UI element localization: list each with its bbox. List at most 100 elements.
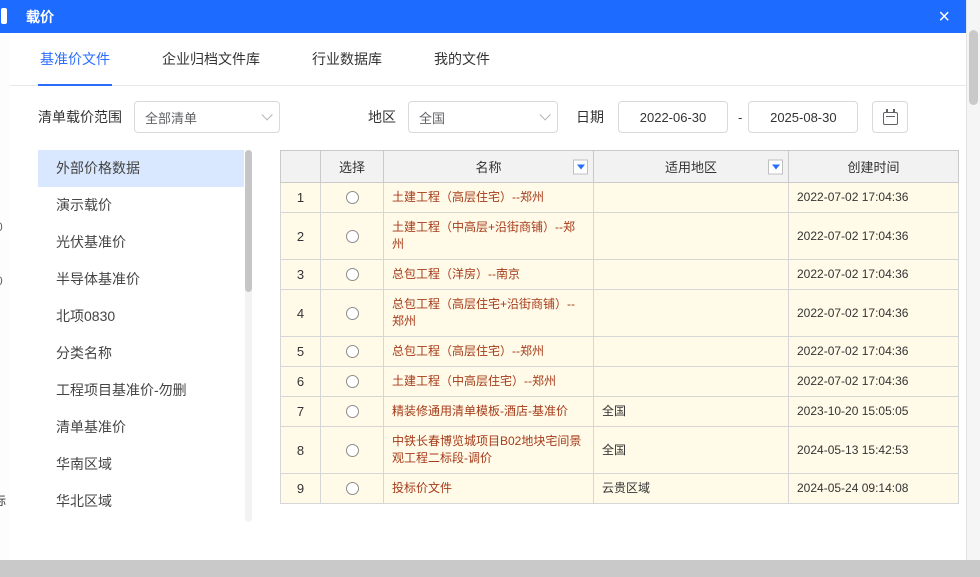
table-row[interactable]: 2 土建工程（中高层+沿街商铺）--郑州 2022-07-02 17:04:36 (281, 213, 959, 260)
row-name: 总包工程（高层住宅+沿街商铺）--郑州 (384, 290, 594, 337)
row-select-cell (321, 290, 384, 337)
row-name: 土建工程（高层住宅）--郑州 (384, 183, 594, 213)
radio-button[interactable] (346, 375, 359, 388)
row-name: 土建工程（中高层+沿街商铺）--郑州 (384, 213, 594, 260)
tab-item[interactable]: 企业归档文件库 (160, 49, 262, 86)
row-select-cell (321, 337, 384, 367)
category-list: 外部价格数据演示载价光伏基准价半导体基准价北项0830分类名称工程项目基准价-勿… (38, 150, 244, 520)
chevron-down-icon (261, 109, 272, 120)
sidebar-item[interactable]: 清单基准价 (38, 409, 244, 446)
row-index: 1 (281, 183, 321, 213)
page-scrollbar[interactable] (966, 0, 980, 577)
row-name: 总包工程（高层住宅）--郑州 (384, 337, 594, 367)
radio-button[interactable] (346, 268, 359, 281)
row-select-cell (321, 474, 384, 504)
sidebar-item[interactable]: 光伏基准价 (38, 224, 244, 261)
row-region: 全国 (594, 397, 789, 427)
table-row[interactable]: 1 土建工程（高层住宅）--郑州 2022-07-02 17:04:36 (281, 183, 959, 213)
table-row[interactable]: 7 精装修通用清单模板-酒店-基准价 全国 2023-10-20 15:05:0… (281, 397, 959, 427)
row-region (594, 213, 789, 260)
date-picker-button[interactable] (872, 101, 908, 133)
tab-item[interactable]: 行业数据库 (310, 49, 384, 86)
table-header-row: 选择 名称 适用地区 创建时间 (281, 151, 959, 183)
row-region (594, 367, 789, 397)
row-index: 8 (281, 427, 321, 474)
row-region (594, 183, 789, 213)
sidebar-item[interactable]: 北项0830 (38, 298, 244, 335)
row-select-cell (321, 367, 384, 397)
dialog-title: 载价 (26, 7, 54, 27)
region-select[interactable]: 全国 (408, 101, 558, 133)
row-region (594, 290, 789, 337)
sidebar-item[interactable]: 半导体基准价 (38, 261, 244, 298)
sidebar-scrollbar[interactable] (245, 150, 252, 522)
row-name: 精装修通用清单模板-酒店-基准价 (384, 397, 594, 427)
sidebar-item[interactable]: 华南区域 (38, 446, 244, 483)
row-created: 2022-07-02 17:04:36 (789, 337, 959, 367)
filter-bar: 清单载价范围 全部清单 地区 全国 日期 2022-06-30 - 2025-0… (38, 100, 940, 134)
row-created: 2024-05-24 09:14:08 (789, 474, 959, 504)
name-filter-button[interactable] (573, 159, 588, 174)
index-column-header (281, 151, 321, 183)
name-column-header: 名称 (384, 151, 594, 183)
table-body: 1 土建工程（高层住宅）--郑州 2022-07-02 17:04:36 2 土… (281, 183, 959, 504)
page-scrollbar-thumb[interactable] (969, 30, 978, 105)
radio-button[interactable] (346, 307, 359, 320)
table-row[interactable]: 9 投标价文件 云贵区域 2024-05-24 09:14:08 (281, 474, 959, 504)
background-text-fragment: 标 (0, 492, 6, 509)
row-index: 6 (281, 367, 321, 397)
filter-funnel-icon (772, 164, 780, 169)
radio-button[interactable] (346, 444, 359, 457)
sidebar-item[interactable]: 演示载价 (38, 187, 244, 224)
sidebar-item[interactable]: 华北区域 (38, 483, 244, 520)
date-end-input[interactable]: 2025-08-30 (748, 101, 858, 133)
radio-button[interactable] (346, 405, 359, 418)
region-filter-button[interactable] (768, 159, 783, 174)
table-row[interactable]: 8 中铁长春博览城项目B02地块宅间景观工程二标段-调价 全国 2024-05-… (281, 427, 959, 474)
background-app-icon (1, 8, 7, 24)
table-row[interactable]: 3 总包工程（洋房）--南京 2022-07-02 17:04:36 (281, 260, 959, 290)
row-created: 2024-05-13 15:42:53 (789, 427, 959, 474)
sidebar-item[interactable]: 工程项目基准价-勿删 (38, 372, 244, 409)
row-region (594, 260, 789, 290)
scope-select[interactable]: 全部清单 (134, 101, 280, 133)
screen: 0 0 标 载价 × 基准价文件企业归档文件库行业数据库我的文件 清单载价范围 … (0, 0, 980, 577)
row-region: 全国 (594, 427, 789, 474)
table-row[interactable]: 4 总包工程（高层住宅+沿街商铺）--郑州 2022-07-02 17:04:3… (281, 290, 959, 337)
table-row[interactable]: 6 土建工程（中高层住宅）--郑州 2022-07-02 17:04:36 (281, 367, 959, 397)
tab-item[interactable]: 基准价文件 (38, 49, 112, 86)
region-column-header-label: 适用地区 (665, 160, 717, 175)
row-select-cell (321, 213, 384, 260)
row-select-cell (321, 183, 384, 213)
radio-button[interactable] (346, 191, 359, 204)
date-start-input[interactable]: 2022-06-30 (618, 101, 728, 133)
row-select-cell (321, 397, 384, 427)
close-icon[interactable]: × (938, 7, 950, 27)
row-index: 3 (281, 260, 321, 290)
price-file-table: 选择 名称 适用地区 创建时间 1 (280, 150, 959, 520)
radio-button[interactable] (346, 482, 359, 495)
scope-label: 清单载价范围 (38, 107, 122, 127)
row-index: 5 (281, 337, 321, 367)
radio-button[interactable] (346, 230, 359, 243)
sidebar-item[interactable]: 外部价格数据 (38, 150, 244, 187)
sidebar-item[interactable]: 分类名称 (38, 335, 244, 372)
calendar-icon (883, 112, 898, 125)
row-select-cell (321, 427, 384, 474)
region-label: 地区 (368, 107, 396, 127)
row-name: 总包工程（洋房）--南京 (384, 260, 594, 290)
category-sidebar: 外部价格数据演示载价光伏基准价半导体基准价北项0830分类名称工程项目基准价-勿… (38, 150, 254, 520)
background-text-fragment: 0 (0, 274, 3, 288)
date-label: 日期 (576, 107, 604, 127)
row-created: 2022-07-02 17:04:36 (789, 183, 959, 213)
tab-item[interactable]: 我的文件 (432, 49, 492, 86)
row-created: 2022-07-02 17:04:36 (789, 260, 959, 290)
dialog-content: 外部价格数据演示载价光伏基准价半导体基准价北项0830分类名称工程项目基准价-勿… (38, 150, 940, 520)
region-column-header: 适用地区 (594, 151, 789, 183)
radio-button[interactable] (346, 345, 359, 358)
row-created: 2022-07-02 17:04:36 (789, 367, 959, 397)
table-row[interactable]: 5 总包工程（高层住宅）--郑州 2022-07-02 17:04:36 (281, 337, 959, 367)
row-index: 9 (281, 474, 321, 504)
row-region: 云贵区域 (594, 474, 789, 504)
sidebar-scrollbar-thumb[interactable] (245, 150, 252, 292)
